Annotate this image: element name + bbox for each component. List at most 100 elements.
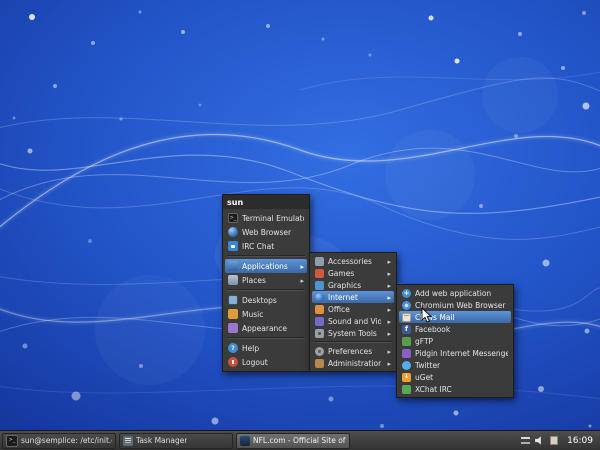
applications-icon bbox=[228, 261, 238, 271]
applications-submenu: AccessoriesGames GraphicsInternet OfficeSo… bbox=[309, 252, 397, 372]
menu-item-claws-mail[interactable]: Claws Mail bbox=[399, 311, 511, 323]
tray-volume-icon[interactable] bbox=[535, 436, 545, 445]
mouse-cursor bbox=[420, 307, 432, 328]
menu-separator bbox=[227, 289, 305, 291]
menu-item-label: Terminal Emulator bbox=[242, 214, 304, 223]
web-browser-icon bbox=[228, 227, 238, 237]
menu-item-label: Twitter bbox=[415, 361, 508, 370]
submenu-arrow-icon bbox=[385, 269, 391, 278]
menu-item-label: Music bbox=[242, 310, 304, 319]
menu-item-office[interactable]: Office bbox=[312, 303, 394, 315]
menu-item-twitter[interactable]: Twitter bbox=[399, 359, 511, 371]
menu-item-system-tools[interactable]: System Tools bbox=[312, 327, 394, 339]
xchat-irc-icon bbox=[402, 385, 411, 394]
menu-item-web-browser[interactable]: Web Browser bbox=[225, 225, 307, 239]
chromium-icon bbox=[402, 301, 411, 310]
facebook-icon bbox=[402, 325, 411, 334]
menu-item-applications[interactable]: Applications bbox=[225, 259, 307, 273]
music-icon bbox=[228, 309, 238, 319]
menu-item-sound-and-video[interactable]: Sound and Video bbox=[312, 315, 394, 327]
menu-item-label: Accessories bbox=[328, 257, 381, 266]
help-icon bbox=[228, 343, 238, 353]
claws-mail-icon bbox=[402, 313, 411, 322]
menu-item-administration[interactable]: Administration bbox=[312, 357, 394, 369]
menu-item-terminal-emulator[interactable]: Terminal Emulator bbox=[225, 211, 307, 225]
irc-chat-icon bbox=[228, 241, 238, 251]
submenu-arrow-icon bbox=[298, 276, 304, 285]
menu-item-label: Help bbox=[242, 344, 304, 353]
gftp-icon bbox=[402, 337, 411, 346]
menu-item-graphics[interactable]: Graphics bbox=[312, 279, 394, 291]
submenu-arrow-icon bbox=[385, 329, 391, 338]
menu-item-places[interactable]: Places bbox=[225, 273, 307, 287]
window-title: Task Manager bbox=[136, 436, 187, 445]
menu-item-label: Desktops bbox=[242, 296, 304, 305]
menu-separator bbox=[227, 255, 305, 257]
window-title: NFL.com - Official Site of th... bbox=[253, 436, 346, 445]
submenu-arrow-icon bbox=[298, 262, 304, 271]
menu-item-label: uGet bbox=[415, 373, 508, 382]
administration-icon bbox=[315, 359, 324, 368]
menu-item-label: Add web application bbox=[415, 289, 508, 298]
internet-icon bbox=[315, 293, 324, 302]
menu-item-label: Places bbox=[242, 276, 294, 285]
menu-item-irc-chat[interactable]: IRC Chat bbox=[225, 239, 307, 253]
menu-item-accessories[interactable]: Accessories bbox=[312, 255, 394, 267]
menu-item-label: Web Browser bbox=[242, 228, 304, 237]
submenu-arrow-icon bbox=[385, 359, 391, 368]
taskbar-window-task-manager[interactable]: Task Manager bbox=[119, 433, 233, 449]
menu-separator bbox=[314, 341, 392, 343]
twitter-icon bbox=[402, 361, 411, 370]
submenu-arrow-icon bbox=[385, 281, 391, 290]
menu-item-label: Applications bbox=[242, 262, 294, 271]
task-manager-icon bbox=[123, 436, 133, 446]
menu-item-gftp[interactable]: gFTP bbox=[399, 335, 511, 347]
menu-item-label: Appearance bbox=[242, 324, 304, 333]
system-tools-icon bbox=[315, 329, 324, 338]
menu-item-label: System Tools bbox=[328, 329, 381, 338]
menu-item-xchat-irc[interactable]: XChat IRC bbox=[399, 383, 511, 395]
menu-item-internet[interactable]: Internet bbox=[312, 291, 394, 303]
menu-item-preferences[interactable]: Preferences bbox=[312, 345, 394, 357]
taskbar-window-list: sun@semplice: /etc/init.d Task Manager NFL… bbox=[2, 433, 350, 449]
menu-item-pidgin-internet-messenger[interactable]: Pidgin Internet Messenger bbox=[399, 347, 511, 359]
menu-item-add-web-application[interactable]: Add web application bbox=[399, 287, 511, 299]
taskbar: sun@semplice: /etc/init.d Task Manager NFL… bbox=[0, 430, 600, 450]
menu-item-appearance[interactable]: Appearance bbox=[225, 321, 307, 335]
terminal-icon bbox=[228, 213, 238, 223]
internet-submenu: Add web applicationChromium Web BrowserC… bbox=[396, 284, 514, 398]
taskbar-clock[interactable]: 16:09 bbox=[565, 436, 598, 446]
menu-item-chromium-web-browser[interactable]: Chromium Web Browser bbox=[399, 299, 511, 311]
games-icon bbox=[315, 269, 324, 278]
menu-separator bbox=[227, 337, 305, 339]
sound-video-icon bbox=[315, 317, 324, 326]
menu-item-help[interactable]: Help bbox=[225, 341, 307, 355]
tray-settings-icon[interactable] bbox=[521, 437, 530, 445]
menu-item-uget[interactable]: uGet bbox=[399, 371, 511, 383]
menu-item-logout[interactable]: Logout bbox=[225, 355, 307, 369]
submenu-arrow-icon bbox=[385, 347, 391, 356]
menu-item-label: Preferences bbox=[328, 347, 381, 356]
tray-clipboard-icon[interactable] bbox=[550, 436, 558, 445]
logout-icon bbox=[228, 357, 238, 367]
menu-item-label: Logout bbox=[242, 358, 304, 367]
menu-item-label: Pidgin Internet Messenger bbox=[415, 349, 508, 358]
uget-icon bbox=[402, 373, 411, 382]
preferences-icon bbox=[315, 347, 324, 356]
terminal-icon bbox=[6, 435, 18, 447]
menu-item-label: Administration bbox=[328, 359, 381, 368]
taskbar-window-nfl-com-official-site-of-th[interactable]: NFL.com - Official Site of th... bbox=[236, 433, 350, 449]
system-tray bbox=[517, 436, 562, 445]
menu-item-desktops[interactable]: Desktops bbox=[225, 293, 307, 307]
root-menu: sun Terminal Emulator Web Browser IRC Chat… bbox=[222, 194, 310, 372]
menu-item-facebook[interactable]: Facebook bbox=[399, 323, 511, 335]
taskbar-window-sun-semplice-etc-init-d[interactable]: sun@semplice: /etc/init.d bbox=[2, 433, 116, 449]
menu-item-label: IRC Chat bbox=[242, 242, 304, 251]
desktops-icon bbox=[228, 295, 238, 305]
menu-item-label: Office bbox=[328, 305, 381, 314]
menu-item-music[interactable]: Music bbox=[225, 307, 307, 321]
menu-header: sun bbox=[223, 195, 309, 209]
submenu-arrow-icon bbox=[385, 257, 391, 266]
menu-item-games[interactable]: Games bbox=[312, 267, 394, 279]
menu-item-label: Graphics bbox=[328, 281, 381, 290]
